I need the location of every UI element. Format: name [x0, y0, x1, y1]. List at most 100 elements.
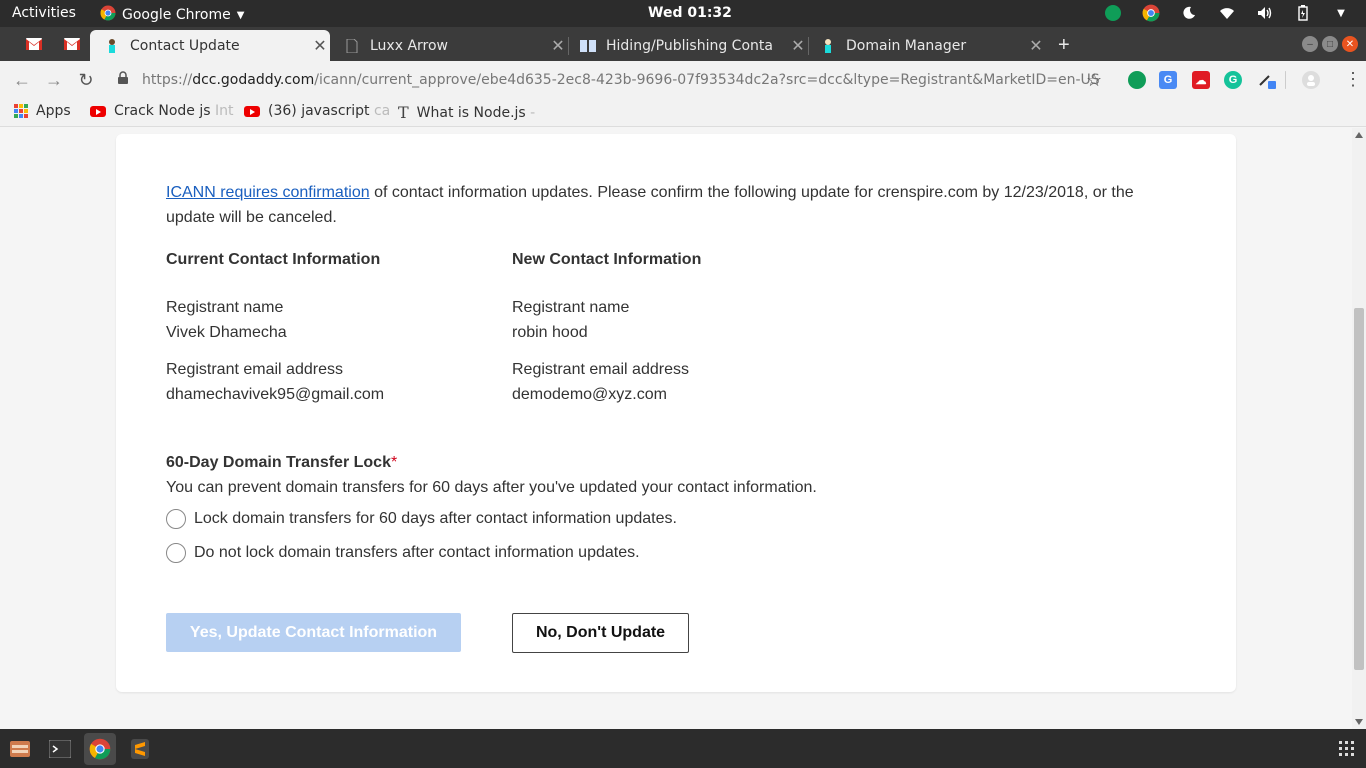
- profile-avatar-icon[interactable]: [1302, 71, 1320, 89]
- sublime-text-app-icon[interactable]: [124, 733, 156, 765]
- pinned-tab-gmail-2[interactable]: [54, 30, 90, 61]
- address-bar[interactable]: https://dcc.godaddy.com/icann/current_ap…: [108, 65, 1112, 95]
- url-text[interactable]: https://dcc.godaddy.com/icann/current_ap…: [142, 72, 1100, 88]
- hangouts-icon[interactable]: [1104, 4, 1122, 22]
- files-app-icon[interactable]: [4, 733, 36, 765]
- tab-hiding-publishing[interactable]: Hiding/Publishing Conta ✕: [574, 30, 808, 61]
- volume-icon[interactable]: [1256, 4, 1274, 22]
- hangouts-extension-icon[interactable]: [1128, 71, 1146, 89]
- show-applications-icon[interactable]: [1339, 741, 1354, 756]
- confirm-update-button[interactable]: Yes, Update Contact Information: [166, 613, 461, 652]
- bookmark-label: Crack Node js: [114, 103, 215, 119]
- new-name-label: Registrant name: [512, 299, 630, 316]
- clock[interactable]: Wed 01:32: [648, 5, 732, 21]
- night-light-icon[interactable]: [1180, 4, 1198, 22]
- youtube-icon: [244, 105, 260, 117]
- youtube-icon: [90, 105, 106, 117]
- app-menu[interactable]: Google Chrome ▼: [100, 5, 244, 25]
- grammarly-extension-icon[interactable]: G: [1224, 71, 1242, 89]
- godaddy-icon: [820, 38, 836, 54]
- pdf-extension-icon[interactable]: ☁: [1192, 71, 1210, 89]
- bookmark-label-fade: ca: [373, 103, 391, 119]
- chevron-down-icon: ▼: [236, 9, 245, 21]
- current-email-value: dhamechavivek95@gmail.com: [166, 386, 385, 403]
- tab-separator: [808, 37, 809, 55]
- scroll-down-arrow-icon[interactable]: [1355, 719, 1363, 725]
- back-arrow-icon[interactable]: ←: [11, 69, 33, 91]
- chrome-tray-icon[interactable]: [1142, 4, 1160, 22]
- maximize-icon[interactable]: □: [1322, 36, 1338, 52]
- taskbar-dock: [0, 729, 1366, 768]
- close-icon[interactable]: ✕: [788, 36, 808, 55]
- book-icon: [580, 38, 596, 54]
- current-name-value: Vivek Dhamecha: [166, 324, 287, 341]
- bookmark-label: Apps: [36, 103, 71, 119]
- medium-t-icon: T: [398, 103, 409, 122]
- bookmark-what-is-node[interactable]: T What is Node.js -: [398, 103, 535, 122]
- current-email-label: Registrant email address: [166, 361, 343, 378]
- pinned-tab-gmail[interactable]: [16, 30, 52, 61]
- radio-lock-label[interactable]: Lock domain transfers for 60 days after …: [194, 510, 677, 528]
- radio-no-lock-label[interactable]: Do not lock domain transfers after conta…: [194, 544, 640, 562]
- close-icon[interactable]: ✕: [548, 36, 568, 55]
- tab-luxx-arrow[interactable]: Luxx Arrow ✕: [336, 30, 568, 61]
- terminal-app-icon[interactable]: [44, 733, 76, 765]
- scrollbar-thumb[interactable]: [1354, 308, 1364, 670]
- current-contact-column: Current Contact Information Registrant n…: [166, 251, 496, 419]
- app-name-label: Google Chrome: [122, 7, 231, 23]
- reload-icon[interactable]: ↻: [75, 69, 97, 91]
- radio-lock[interactable]: [166, 509, 186, 529]
- wifi-icon[interactable]: [1218, 4, 1236, 22]
- close-window-icon[interactable]: ✕: [1342, 36, 1358, 52]
- battery-icon[interactable]: [1294, 4, 1312, 22]
- icann-link[interactable]: ICANN requires confirmation: [166, 184, 370, 201]
- bookmark-label: (36) javascript: [268, 103, 374, 119]
- bookmark-label-fade: Int: [215, 103, 234, 119]
- transfer-lock-title: 60-Day Domain Transfer Lock: [166, 454, 391, 471]
- radio-option-no-lock[interactable]: Do not lock domain transfers after conta…: [166, 536, 1066, 570]
- bookmark-javascript[interactable]: (36) javascript ca: [244, 103, 390, 119]
- chrome-icon: [100, 5, 116, 25]
- godaddy-icon: [104, 38, 120, 54]
- bookmark-apps[interactable]: Apps: [14, 103, 71, 119]
- contact-update-card: ICANN requires confirmation of contact i…: [116, 134, 1236, 692]
- new-name-value: robin hood: [512, 324, 588, 341]
- colorpicker-extension-icon[interactable]: [1258, 71, 1276, 89]
- forward-arrow-icon[interactable]: →: [43, 69, 65, 91]
- url-path: /icann/current_approve/ebe4d635-2ec8-423…: [314, 72, 1100, 88]
- new-contact-column: New Contact Information Registrant name …: [512, 251, 842, 419]
- page-scrollbar[interactable]: [1352, 128, 1366, 729]
- system-tray[interactable]: ▼: [1104, 4, 1350, 22]
- tab-contact-update[interactable]: Contact Update ✕: [90, 30, 330, 61]
- radio-option-lock[interactable]: Lock domain transfers for 60 days after …: [166, 502, 1066, 536]
- tab-domain-manager[interactable]: Domain Manager ✕: [814, 30, 1046, 61]
- activities-button[interactable]: Activities: [12, 5, 76, 21]
- transfer-lock-description: You can prevent domain transfers for 60 …: [166, 479, 817, 496]
- gmail-icon: [26, 37, 42, 54]
- scroll-up-arrow-icon[interactable]: [1355, 132, 1363, 138]
- close-icon[interactable]: ✕: [310, 36, 330, 55]
- radio-no-lock[interactable]: [166, 543, 186, 563]
- close-icon[interactable]: ✕: [1026, 36, 1046, 55]
- transfer-lock-section: 60-Day Domain Transfer Lock* You can pre…: [166, 450, 1066, 570]
- system-menu-chevron-icon[interactable]: ▼: [1332, 4, 1350, 22]
- url-host: dcc.godaddy.com: [192, 72, 315, 88]
- bookmarks-bar: Apps Crack Node js Int (36) javascript c…: [0, 98, 1366, 127]
- cancel-update-button[interactable]: No, Don't Update: [512, 613, 689, 653]
- translate-extension-icon[interactable]: G: [1159, 71, 1177, 89]
- more-menu-icon[interactable]: ⋮: [1344, 69, 1362, 90]
- system-top-bar: Activities Google Chrome ▼ Wed 01:32 ▼: [0, 0, 1366, 27]
- tab-title: Domain Manager: [846, 37, 967, 54]
- bookmark-label: What is Node.js: [416, 104, 531, 121]
- bookmark-star-icon[interactable]: ☆: [1086, 70, 1102, 91]
- tab-separator: [568, 37, 569, 55]
- minimize-icon[interactable]: –: [1302, 36, 1318, 52]
- transfer-lock-heading: 60-Day Domain Transfer Lock*: [166, 450, 1066, 475]
- chrome-app-icon[interactable]: [84, 733, 116, 765]
- tab-title: Contact Update: [130, 37, 240, 54]
- page-icon: [344, 38, 360, 54]
- gmail-icon: [64, 37, 80, 54]
- lock-icon[interactable]: [118, 71, 132, 89]
- new-tab-button[interactable]: +: [1058, 34, 1070, 57]
- bookmark-crack-node[interactable]: Crack Node js Int: [90, 103, 234, 119]
